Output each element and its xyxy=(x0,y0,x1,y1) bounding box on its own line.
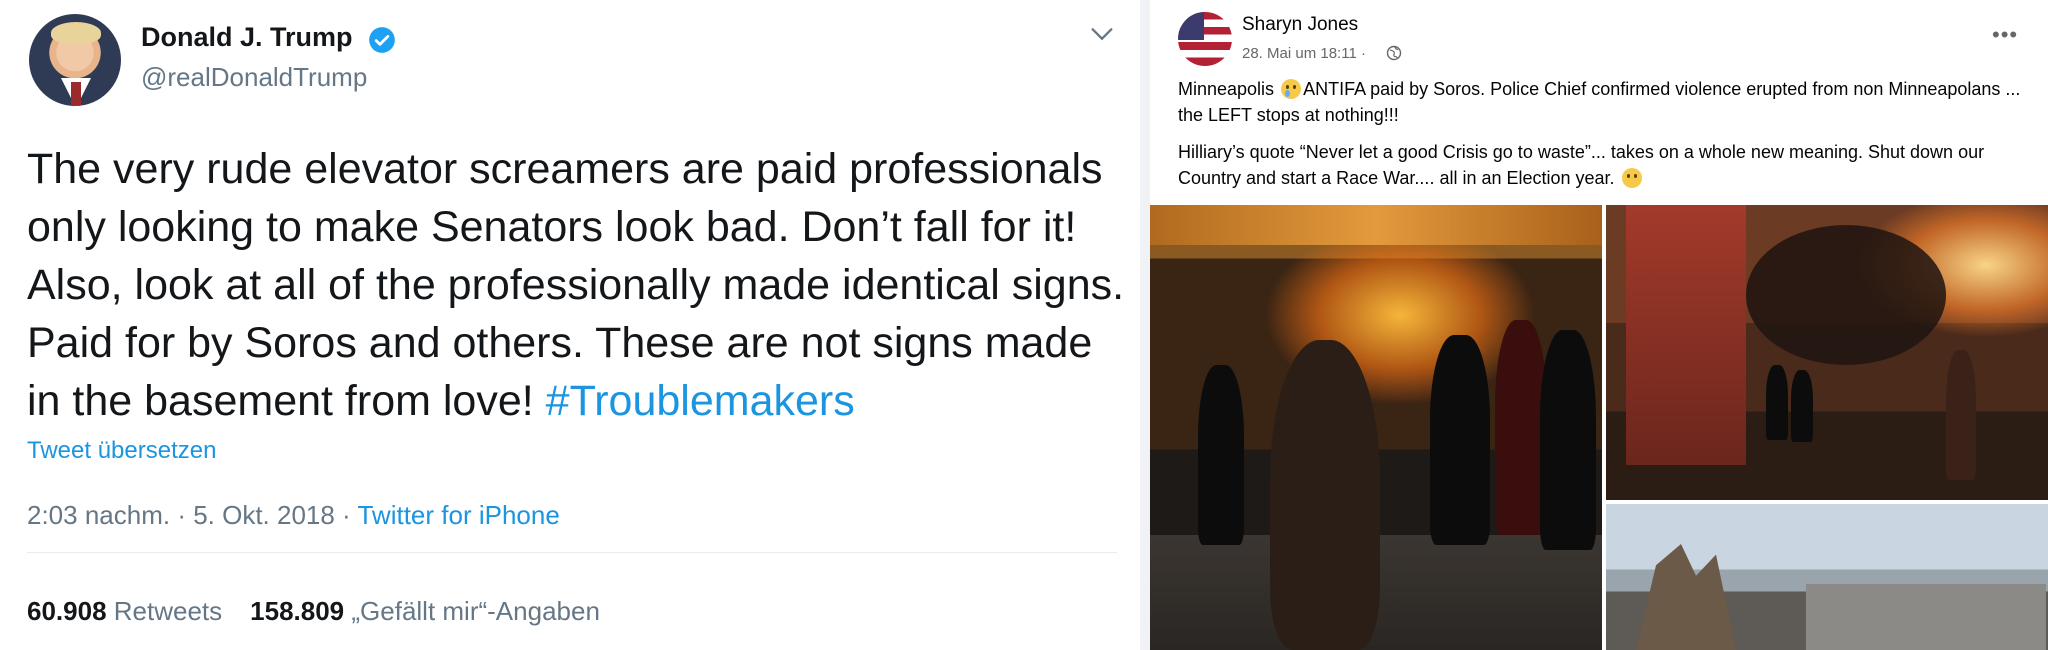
person-figure xyxy=(1430,335,1490,545)
tweet-meta: 2:03 nachm. · 5. Okt. 2018 · Twitter for… xyxy=(27,500,560,531)
retweets-label: Retweets xyxy=(113,596,223,626)
tree-silhouette xyxy=(1746,225,1946,365)
tweet-author-handle[interactable]: @realDonaldTrump xyxy=(141,62,367,93)
person-figure xyxy=(1766,365,1788,440)
store-facade xyxy=(1626,205,1746,465)
post-text-1a: Minneapolis xyxy=(1178,79,1280,99)
person-figure xyxy=(1198,365,1244,545)
panel-separator xyxy=(1140,0,1150,650)
likes-count: 158.809 xyxy=(250,596,345,626)
tweet-text: The very rude elevator screamers are pai… xyxy=(27,140,1127,430)
person-figure xyxy=(1946,350,1976,480)
likes-stat[interactable]: 158.809 „Gefällt mir“-Angaben xyxy=(250,596,600,626)
tweet-author-name[interactable]: Donald J. Trump xyxy=(141,22,353,53)
post-author-avatar[interactable] xyxy=(1178,12,1232,66)
tweet-source-link[interactable]: Twitter for iPhone xyxy=(357,500,559,530)
thinking-face-icon xyxy=(1621,168,1642,188)
divider xyxy=(27,552,1117,553)
flag-canton xyxy=(1178,12,1204,40)
storefront-sign xyxy=(1150,205,1602,245)
globe-icon xyxy=(1386,45,1402,61)
tweet-card: Donald J. Trump @realDonaldTrump The ver… xyxy=(0,0,1140,650)
post-text-1b: ANTIFA paid by Soros. Police Chief confi… xyxy=(1178,79,2021,125)
post-author-name[interactable]: Sharyn Jones xyxy=(1242,14,1358,36)
riot-fire-photo[interactable] xyxy=(1150,205,1602,650)
tweet-timestamp[interactable]: 2:03 nachm. · 5. Okt. 2018 · xyxy=(27,500,357,530)
retweets-count: 60.908 xyxy=(27,596,107,626)
crying-face-icon xyxy=(1281,79,1302,99)
post-text-paragraph-1: Minneapolis ANTIFA paid by Soros. Police… xyxy=(1178,76,2028,128)
damaged-building xyxy=(1806,584,2046,650)
avatar-tie xyxy=(71,82,81,106)
translate-tweet-link[interactable]: Tweet übersetzen xyxy=(27,437,216,465)
target-store-fire-photo[interactable] xyxy=(1606,205,2048,500)
post-text-paragraph-2: Hilliary’s quote “Never let a good Crisi… xyxy=(1178,139,2028,191)
verified-badge-icon xyxy=(369,27,395,53)
post-text-2a: Hilliary’s quote “Never let a good Crisi… xyxy=(1178,142,1985,188)
tweet-stats: 60.908 Retweets 158.809 „Gefällt mir“-Ang… xyxy=(27,596,600,627)
person-figure xyxy=(1540,330,1596,550)
burned-building-photo[interactable] xyxy=(1606,504,2048,650)
post-options-button[interactable]: ••• xyxy=(1992,22,2018,48)
tweet-author-avatar[interactable] xyxy=(29,14,121,106)
facebook-post: Sharyn Jones 28. Mai um 18:11 · ••• Minn… xyxy=(1150,0,2048,650)
post-timestamp[interactable]: 28. Mai um 18:11 · xyxy=(1242,45,1366,62)
avatar-hair xyxy=(51,22,101,44)
likes-label: „Gefällt mir“-Angaben xyxy=(351,596,600,626)
ruined-structure xyxy=(1636,544,1736,650)
chevron-down-icon[interactable] xyxy=(1088,20,1116,48)
hashtag-link[interactable]: #Troublemakers xyxy=(546,377,855,425)
person-figure xyxy=(1270,340,1380,650)
retweets-stat[interactable]: 60.908 Retweets xyxy=(27,596,222,626)
person-figure xyxy=(1791,370,1813,442)
